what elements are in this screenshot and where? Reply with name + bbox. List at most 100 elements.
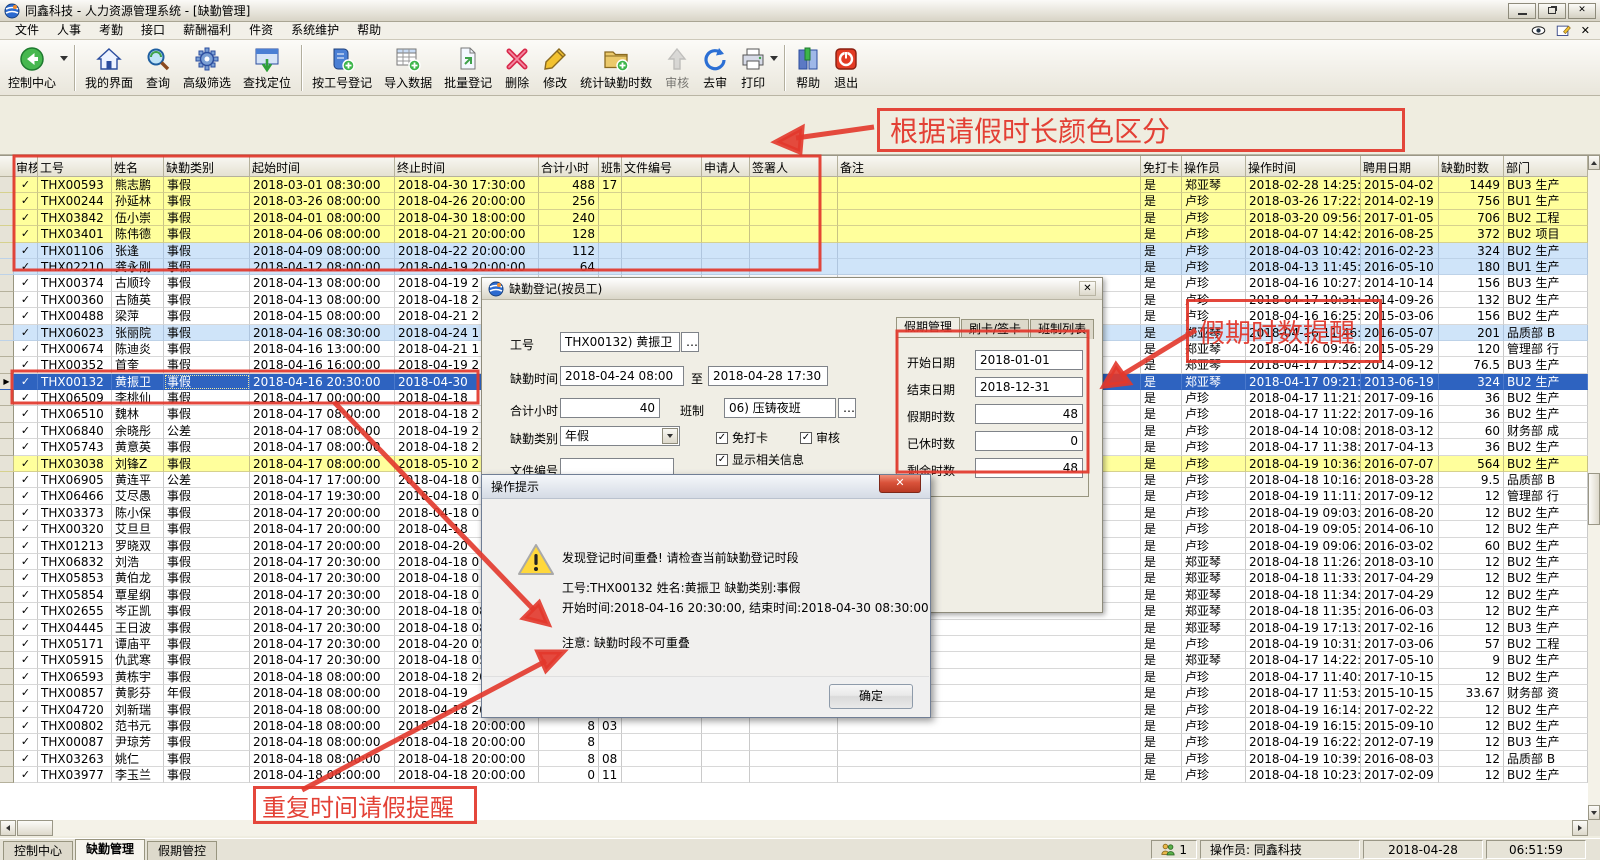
row-selector[interactable]: [0, 587, 14, 603]
minimize-button[interactable]: [1508, 3, 1536, 19]
table-row[interactable]: ✓THX03977李玉兰事假2018-04-18 08:00:002018-04…: [0, 767, 1588, 783]
row-selector[interactable]: [0, 275, 14, 291]
menu-item[interactable]: 件资: [240, 22, 282, 40]
hours-field[interactable]: 40: [560, 398, 660, 418]
ok-button[interactable]: 确定: [829, 684, 913, 709]
holiday-end-field[interactable]: 2018-12-31: [975, 377, 1083, 397]
column-header[interactable]: 备注: [838, 156, 1141, 177]
bottom-tab-假期管控[interactable]: 假期管控: [147, 841, 217, 860]
row-selector[interactable]: [0, 439, 14, 455]
row-selector[interactable]: [0, 243, 14, 259]
column-header[interactable]: 缺勤类别: [164, 156, 250, 177]
toolbar-control-center-button[interactable]: 控制中心: [2, 41, 62, 93]
toolbar-my-interface-button[interactable]: 我的界面: [79, 41, 139, 93]
row-selector[interactable]: [0, 292, 14, 308]
column-header[interactable]: 操作员: [1182, 156, 1246, 177]
row-selector[interactable]: [0, 685, 14, 701]
menu-item[interactable]: 文件: [6, 22, 48, 40]
column-header[interactable]: 工号: [38, 156, 112, 177]
column-header[interactable]: 终止时间: [395, 156, 539, 177]
row-selector[interactable]: [0, 652, 14, 668]
row-selector[interactable]: [0, 751, 14, 767]
restore-button[interactable]: [1538, 3, 1566, 19]
row-selector[interactable]: [0, 505, 14, 521]
type-dropdown[interactable]: 年假: [560, 426, 680, 446]
toolbar-stat-hours-button[interactable]: 统计缺勤时数: [574, 41, 658, 93]
toolbar-advanced-filter-button[interactable]: 高级筛选: [177, 41, 237, 93]
scroll-up-button[interactable]: [1588, 155, 1600, 170]
dropdown-arrow-icon[interactable]: [662, 428, 678, 444]
table-row[interactable]: ✓THX03842伍小崇事假2018-04-01 08:00:002018-04…: [0, 210, 1588, 226]
table-row[interactable]: ✓THX03401陈伟德事假2018-04-06 08:00:002018-04…: [0, 226, 1588, 242]
toolbar-exit-button[interactable]: 退出: [827, 41, 865, 93]
toolbar-query-button[interactable]: 查询: [139, 41, 177, 93]
row-selector[interactable]: [0, 472, 14, 488]
row-selector[interactable]: [0, 538, 14, 554]
toolbar-unaudit-button[interactable]: 去审: [696, 41, 734, 93]
dialog-close-icon[interactable]: ✕: [1079, 281, 1096, 296]
bottom-tab-缺勤管理[interactable]: 缺勤管理: [75, 839, 145, 860]
horizontal-scroll-thumb[interactable]: [17, 820, 53, 836]
row-selector[interactable]: ▶: [0, 374, 14, 390]
row-selector[interactable]: [0, 669, 14, 685]
holiday-quota-field[interactable]: 48: [975, 404, 1083, 424]
shift-field[interactable]: 06) 压铸夜班: [724, 398, 836, 418]
column-header[interactable]: 姓名: [112, 156, 164, 177]
row-selector[interactable]: [0, 210, 14, 226]
holiday-used-field[interactable]: 0: [975, 431, 1083, 451]
row-selector[interactable]: [0, 177, 14, 193]
row-selector[interactable]: [0, 488, 14, 504]
menu-item[interactable]: 帮助: [348, 22, 390, 40]
scroll-right-button[interactable]: [1572, 820, 1588, 836]
row-selector[interactable]: [0, 718, 14, 734]
toolbar-import-data-button[interactable]: 导入数据: [378, 41, 438, 93]
checkbox-显示相关信息[interactable]: ✓显示相关信息: [716, 451, 804, 468]
row-selector[interactable]: [0, 603, 14, 619]
column-header[interactable]: 签署人: [750, 156, 838, 177]
column-header[interactable]: 审核: [14, 156, 38, 177]
table-row[interactable]: ✓THX03263姚仁事假2018-04-18 08:00:002018-04-…: [0, 751, 1588, 767]
column-header[interactable]: 聘用日期: [1361, 156, 1439, 177]
row-selector[interactable]: [0, 357, 14, 373]
bottom-tab-控制中心[interactable]: 控制中心: [3, 841, 73, 860]
holiday-remain-field[interactable]: 48: [975, 458, 1083, 478]
vertical-scrollbar[interactable]: [1588, 155, 1600, 820]
row-selector[interactable]: [0, 734, 14, 750]
row-selector[interactable]: [0, 341, 14, 357]
shift-browse-button[interactable]: …: [838, 398, 856, 418]
toolbar-help-button[interactable]: 帮助: [789, 41, 827, 93]
menu-item[interactable]: 系统维护: [282, 22, 348, 40]
scroll-left-button[interactable]: [0, 820, 16, 836]
row-selector[interactable]: [0, 570, 14, 586]
toolbar-register-by-id-button[interactable]: 按工号登记: [306, 41, 378, 93]
toolbar-find-locate-button[interactable]: 查找定位: [237, 41, 297, 93]
row-selector[interactable]: [0, 325, 14, 341]
alert-close-button[interactable]: ✕: [879, 475, 921, 493]
dropdown-caret-icon[interactable]: [60, 56, 68, 61]
dialog-tab-班制列表[interactable]: 班制列表: [1030, 319, 1094, 339]
time-to-field[interactable]: 2018-04-28 17:30: [708, 366, 828, 386]
row-selector[interactable]: [0, 390, 14, 406]
row-selector[interactable]: [0, 554, 14, 570]
menu-item[interactable]: 人事: [48, 22, 90, 40]
column-header[interactable]: 部门: [1504, 156, 1588, 177]
dialog-tab-刷卡/签卡[interactable]: 刷卡/签卡: [961, 319, 1029, 339]
row-selector[interactable]: [0, 636, 14, 652]
vertical-scroll-thumb[interactable]: [1588, 473, 1600, 525]
checkbox-免打卡[interactable]: ✓免打卡: [716, 429, 768, 446]
menu-item[interactable]: 考勤: [90, 22, 132, 40]
table-row[interactable]: ✓THX00802范书元事假2018-04-18 08:00:002018-04…: [0, 718, 1588, 734]
horizontal-scrollbar[interactable]: [0, 820, 1588, 836]
close-button[interactable]: ✕: [1568, 3, 1596, 19]
table-row[interactable]: ✓THX00087尹琼芳事假2018-04-18 08:00:002018-04…: [0, 734, 1588, 750]
column-header[interactable]: 申请人: [702, 156, 750, 177]
toolbar-print-button[interactable]: 打印: [734, 41, 772, 93]
row-selector[interactable]: [0, 226, 14, 242]
table-row[interactable]: ✓THX00593熊志鹏事假2018-03-01 08:30:002018-04…: [0, 177, 1588, 193]
dialog-tab-假期管理[interactable]: 假期管理: [896, 317, 960, 339]
dropdown-caret-icon[interactable]: [770, 56, 778, 61]
close-view-icon[interactable]: ✕: [1581, 24, 1590, 37]
row-selector[interactable]: [0, 423, 14, 439]
column-header[interactable]: 缺勤时数: [1439, 156, 1504, 177]
toolbar-delete-button[interactable]: 删除: [498, 41, 536, 93]
